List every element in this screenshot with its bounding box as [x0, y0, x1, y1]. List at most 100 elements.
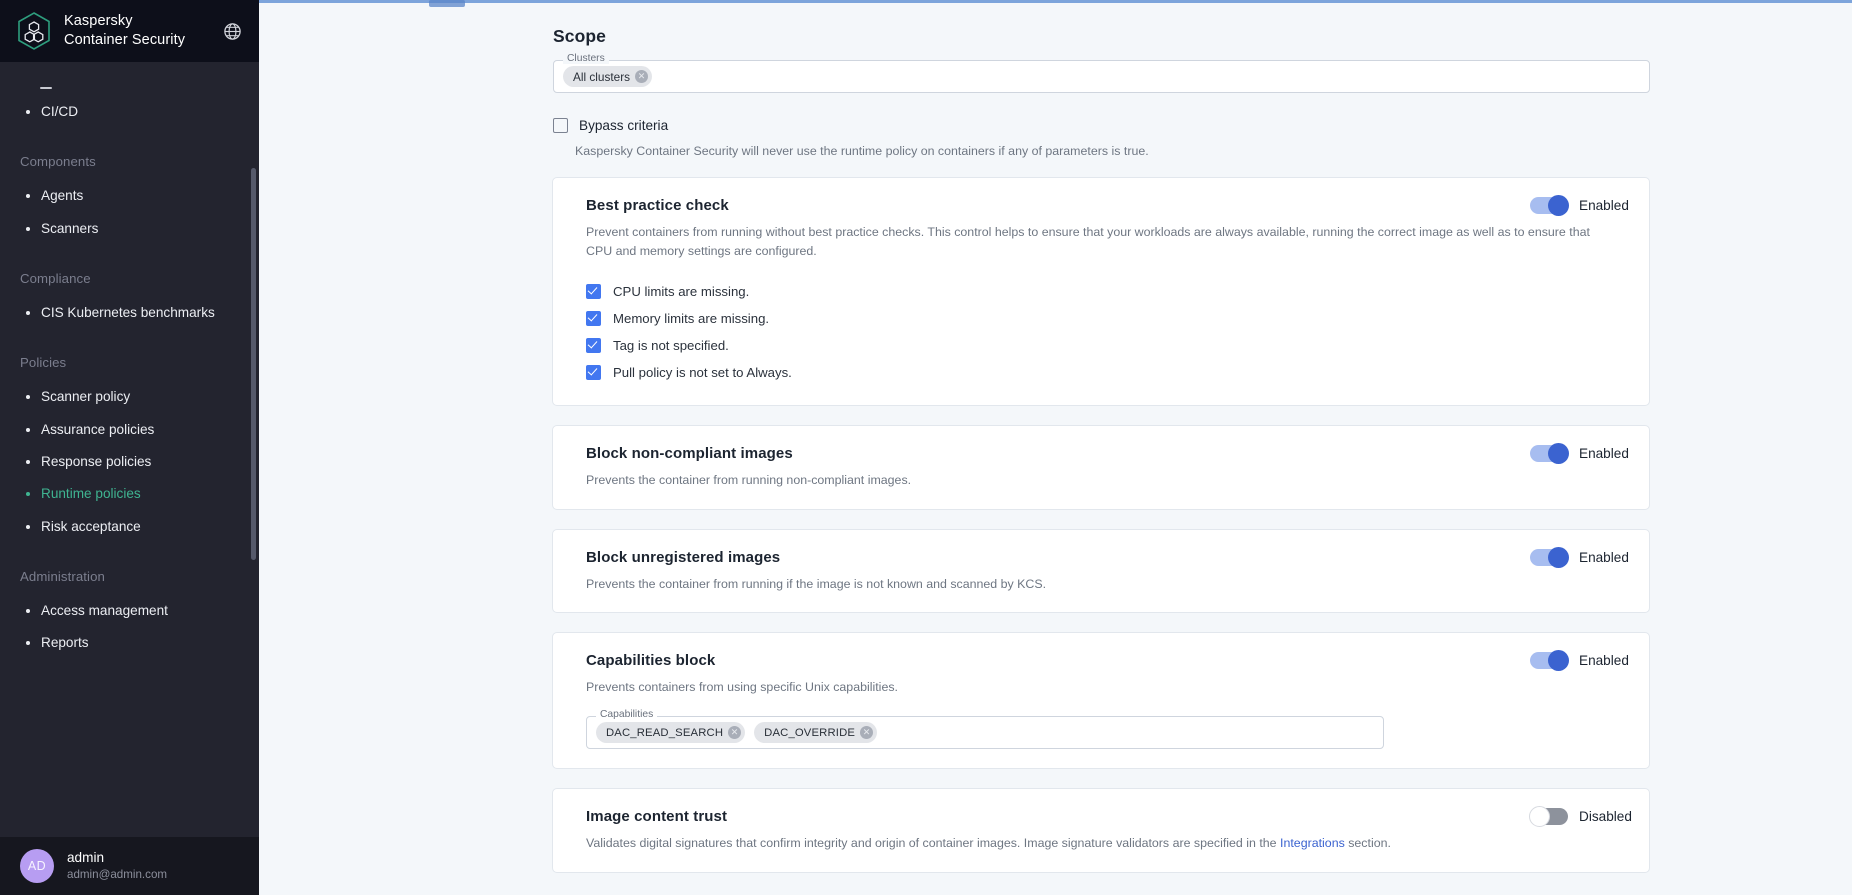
close-icon[interactable]: ✕ — [635, 70, 649, 83]
sidebar-item-reports[interactable]: Reports — [0, 627, 259, 659]
card-title: Capabilities block — [586, 652, 716, 670]
sidebar-item-label: Scanner policy — [41, 389, 131, 405]
brand-line-2: Container Security — [64, 32, 186, 48]
sidebar-scrollbar[interactable] — [251, 168, 256, 560]
sidebar-item-label: Assurance policies — [41, 421, 155, 437]
clusters-legend: Clusters — [563, 53, 609, 65]
sidebar-item-label: Scanners — [41, 220, 99, 236]
sidebar-item-scanners[interactable]: Scanners — [0, 213, 259, 245]
user-profile[interactable]: AD admin admin@admin.com — [0, 837, 259, 895]
sidebar-item-ci-cd[interactable]: CI/CD — [0, 96, 259, 128]
brand-line-1: Kaspersky — [64, 12, 133, 29]
capabilities-block-toggle-label: Enabled — [1579, 653, 1629, 669]
sidebar-item-agents[interactable]: Agents — [0, 180, 259, 212]
best-practice-check-toggle[interactable] — [1530, 195, 1569, 216]
card-block-non-compliant-images: Enabled Block non-compliant images Preve… — [552, 424, 1650, 510]
sidebar-group-compliance: Compliance — [20, 270, 91, 286]
bypass-criteria-row: Bypass criteria — [553, 118, 1852, 133]
card-title: Image content trust — [586, 808, 728, 826]
bullet-icon — [26, 460, 30, 465]
card-title: Block non-compliant images — [586, 444, 793, 462]
check-row: Pull policy is not set to Always. — [586, 359, 1625, 386]
capabilities-block-toggle-group: Enabled — [1530, 650, 1639, 672]
close-icon[interactable]: ✕ — [860, 726, 874, 740]
globe-icon[interactable] — [219, 18, 245, 44]
check-row: Tag is not specified. — [586, 332, 1625, 359]
sidebar-item-partial[interactable] — [0, 68, 259, 96]
card-description: Prevents the container from running non-… — [586, 472, 912, 487]
sidebar-item-runtime-policies[interactable]: Runtime policies — [0, 478, 259, 510]
sidebar-item-label: Risk acceptance — [41, 518, 141, 534]
card-capabilities-block: Enabled Capabilities block Prevents cont… — [552, 632, 1650, 770]
clusters-input[interactable]: Clusters All clusters ✕ — [553, 53, 1650, 93]
card-best-practice-check: Enabled Best practice check Prevent cont… — [552, 177, 1650, 406]
sidebar-group-administration: Administration — [20, 568, 105, 584]
bullet-icon — [26, 524, 30, 529]
sidebar-item-assurance-policies[interactable]: Assurance policies — [0, 414, 259, 446]
capabilities-block-toggle[interactable] — [1530, 650, 1569, 672]
sidebar-item-label: CI/CD — [41, 104, 79, 119]
sidebar-item-scanner-policy[interactable]: Scanner policy — [0, 381, 259, 413]
block-unregistered-toggle-group: Enabled — [1530, 546, 1639, 568]
app-root: Kaspersky Container Security CI/CD Compon… — [0, 0, 1852, 895]
sidebar-brand: Kaspersky Container Security — [0, 0, 259, 62]
sidebar-item-label: Access management — [41, 602, 168, 618]
sidebar-item-risk-acceptance[interactable]: Risk acceptance — [0, 511, 259, 543]
capability-chip-label: DAC_READ_SEARCH — [606, 726, 724, 739]
bullet-icon — [26, 608, 30, 613]
sidebar-item-partial-glyph — [40, 87, 52, 89]
description-text-after: section. — [1344, 836, 1391, 851]
sidebar-group-policies: Policies — [20, 355, 67, 371]
bypass-criteria-checkbox[interactable] — [553, 118, 568, 133]
block-non-compliant-toggle-label: Enabled — [1579, 445, 1629, 461]
toggle-knob — [1548, 650, 1569, 672]
best-practice-check-toggle-group: Enabled — [1530, 195, 1639, 216]
block-unregistered-toggle-label: Enabled — [1579, 549, 1629, 565]
bullet-icon — [26, 427, 30, 432]
capabilities-input[interactable]: Capabilities DAC_READ_SEARCH ✕ DAC_OVERR… — [586, 709, 1384, 750]
close-icon[interactable]: ✕ — [728, 726, 742, 740]
sidebar-item-label: Runtime policies — [41, 486, 141, 502]
bullet-icon — [26, 492, 30, 497]
checkbox-pull-policy[interactable] — [586, 364, 601, 380]
checkbox-cpu-limits[interactable] — [586, 283, 601, 299]
bullet-icon — [26, 395, 30, 400]
cluster-chip[interactable]: All clusters ✕ — [563, 66, 653, 87]
check-label: CPU limits are missing. — [613, 283, 750, 299]
cluster-chip-label: All clusters — [573, 69, 631, 84]
avatar: AD — [20, 849, 54, 883]
bullet-icon — [26, 226, 30, 231]
toggle-knob — [1548, 442, 1569, 464]
card-description: Prevents the container from running if t… — [586, 576, 1047, 591]
capability-chip[interactable]: DAC_OVERRIDE ✕ — [754, 722, 878, 744]
sidebar-item-cis-kubernetes-benchmarks[interactable]: CIS Kubernetes benchmarks — [0, 297, 259, 329]
capability-chip[interactable]: DAC_READ_SEARCH ✕ — [596, 722, 746, 744]
checkbox-memory-limits[interactable] — [586, 310, 601, 326]
checkbox-tag-not-specified[interactable] — [586, 337, 601, 353]
capability-chip-label: DAC_OVERRIDE — [764, 726, 856, 739]
card-title: Block unregistered images — [586, 548, 781, 566]
bypass-criteria-label: Bypass criteria — [579, 118, 669, 133]
scroll-content: Scope Clusters All clusters ✕ Bypass cri… — [259, 0, 1852, 874]
toggle-knob — [1548, 195, 1569, 216]
block-unregistered-toggle[interactable] — [1530, 546, 1569, 568]
sidebar-item-label: CIS Kubernetes benchmarks — [41, 304, 215, 320]
bullet-icon — [26, 194, 30, 199]
capabilities-legend: Capabilities — [596, 709, 658, 721]
description-text-before: Validates digital signatures that confir… — [586, 836, 1281, 851]
block-non-compliant-toggle[interactable] — [1530, 442, 1569, 464]
toggle-knob — [1548, 546, 1569, 568]
block-non-compliant-toggle-group: Enabled — [1530, 442, 1639, 464]
sidebar-item-response-policies[interactable]: Response policies — [0, 446, 259, 478]
card-block-unregistered-images: Enabled Block unregistered images Preven… — [552, 528, 1650, 614]
toggle-knob — [1529, 806, 1550, 828]
bullet-icon — [26, 641, 30, 646]
brand-title: Kaspersky Container Security — [64, 12, 207, 50]
user-email: admin@admin.com — [67, 868, 168, 882]
check-label: Tag is not specified. — [613, 337, 729, 353]
best-practice-check-toggle-label: Enabled — [1579, 198, 1629, 213]
sidebar-item-access-management[interactable]: Access management — [0, 595, 259, 627]
integrations-link[interactable]: Integrations — [1280, 836, 1345, 850]
image-content-trust-toggle[interactable] — [1529, 806, 1568, 828]
check-label: Pull policy is not set to Always. — [613, 364, 792, 380]
